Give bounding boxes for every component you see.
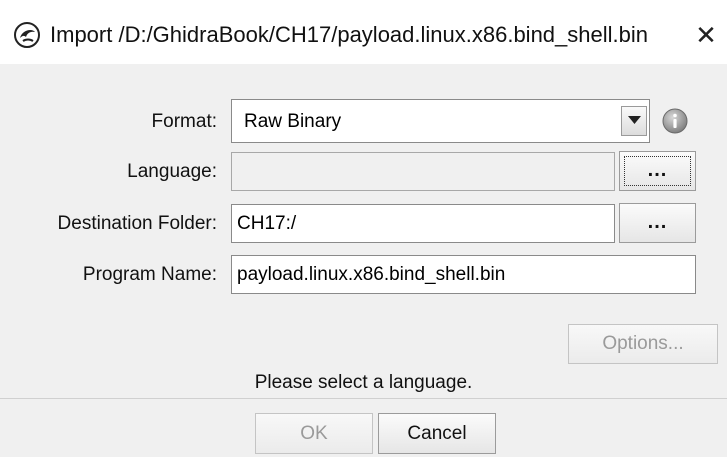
- focus-ring: [624, 156, 691, 186]
- destination-browse-button[interactable]: ...: [619, 203, 696, 243]
- format-select[interactable]: Raw Binary: [231, 99, 650, 143]
- ghidra-dragon-icon: [14, 22, 40, 48]
- destination-browse-label: ...: [647, 211, 668, 233]
- import-dialog: Import /D:/GhidraBook/CH17/payload.linux…: [0, 0, 727, 457]
- chevron-down-icon[interactable]: [621, 106, 647, 136]
- language-label: Language:: [127, 161, 217, 182]
- language-field[interactable]: [231, 152, 615, 191]
- info-icon[interactable]: [662, 108, 688, 134]
- title-bar: Import /D:/GhidraBook/CH17/payload.linux…: [0, 0, 727, 64]
- language-browse-button[interactable]: ...: [619, 151, 696, 191]
- format-label: Format:: [151, 111, 217, 132]
- program-name-label: Program Name:: [82, 264, 217, 285]
- window-title: Import /D:/GhidraBook/CH17/payload.linux…: [50, 22, 648, 47]
- ok-button[interactable]: OK: [255, 413, 373, 454]
- close-icon[interactable]: ✕: [688, 17, 724, 53]
- separator: [0, 398, 727, 399]
- program-name-input[interactable]: payload.linux.x86.bind_shell.bin: [231, 255, 696, 294]
- status-message: Please select a language.: [254, 372, 473, 393]
- format-value: Raw Binary: [244, 111, 342, 132]
- cancel-button[interactable]: Cancel: [378, 413, 496, 454]
- destination-label: Destination Folder:: [57, 213, 217, 234]
- options-button[interactable]: Options...: [568, 324, 718, 364]
- destination-field[interactable]: CH17:/: [231, 204, 615, 243]
